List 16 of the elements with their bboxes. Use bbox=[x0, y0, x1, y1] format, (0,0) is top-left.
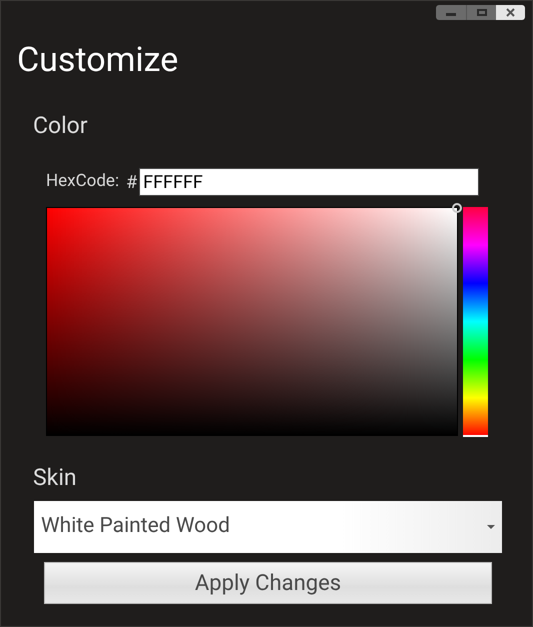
window-title: Customize bbox=[17, 40, 180, 80]
maximize-button[interactable] bbox=[466, 5, 496, 20]
hex-input-field[interactable]: FFFFFF bbox=[139, 168, 480, 196]
minimize-icon bbox=[446, 13, 456, 16]
hue-slider[interactable] bbox=[463, 207, 488, 436]
color-heading: Color bbox=[33, 112, 89, 140]
close-button[interactable] bbox=[496, 5, 525, 20]
hexcode-label: HexCode: bbox=[46, 170, 120, 194]
minimize-button[interactable] bbox=[436, 5, 466, 20]
apply-changes-button[interactable]: Apply Changes bbox=[44, 562, 492, 604]
skin-dropdown[interactable]: White Painted Wood bbox=[34, 501, 502, 553]
close-icon bbox=[506, 8, 515, 17]
skin-heading: Skin bbox=[33, 464, 78, 492]
caret-icon bbox=[487, 525, 495, 529]
hash-sign: # bbox=[126, 170, 138, 194]
maximize-icon bbox=[476, 9, 486, 16]
